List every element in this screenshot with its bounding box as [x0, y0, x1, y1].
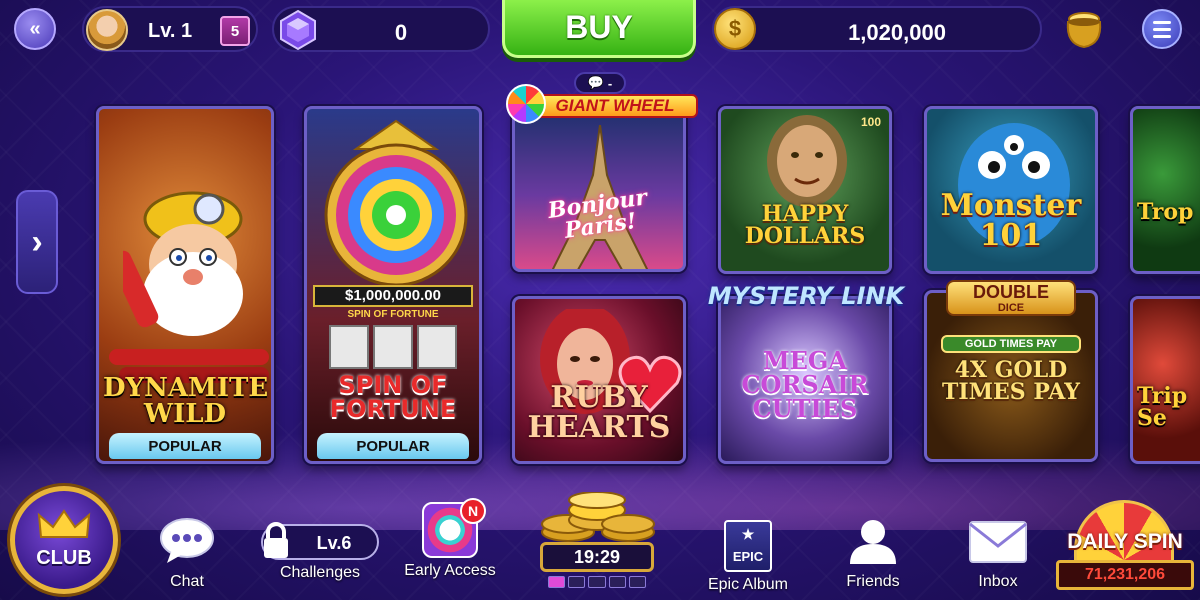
game-tile-spin-of-fortune[interactable]: $1,000,000.00 SPIN OF FORTUNE SPIN OF FO…	[304, 106, 482, 464]
epic-album-button[interactable]: ★ EPIC Epic Album	[700, 520, 796, 594]
bill-number: 100	[860, 115, 881, 129]
popular-badge: POPULAR	[317, 433, 469, 459]
daily-spin-value: 71,231,206	[1056, 560, 1194, 590]
game-tile-happy-dollars[interactable]: 100 HAPPY DOLLARS	[718, 106, 892, 274]
game-title: SPIN OF FORTUNE	[329, 371, 457, 423]
game-tile-bonjour-paris[interactable]: Bonjour Paris!	[512, 102, 686, 272]
game-title: Monster 101	[940, 188, 1082, 253]
bonus-progress	[548, 576, 647, 588]
profile-pill[interactable]: Lv. 1 5	[82, 6, 258, 52]
popular-badge: POPULAR	[109, 433, 261, 459]
reel-subtitle: SPIN OF FORTUNE	[347, 309, 439, 320]
countdown-timer: 19:29	[540, 542, 654, 572]
top-bar: « Lv. 1 5 0 BUY $ 1,020,000	[0, 0, 1200, 58]
chevron-right-icon: ›	[31, 222, 43, 261]
gift-count: 5	[230, 22, 240, 40]
coin-icon: $	[714, 8, 756, 50]
double-dice-logo: DOUBLE DICE	[946, 280, 1076, 316]
early-access-button[interactable]: N Early Access	[398, 498, 502, 580]
coin-balance[interactable]: $ 1,020,000	[712, 6, 1042, 52]
game-tile-trop[interactable]: Trop	[1130, 106, 1200, 274]
challenges-level: Lv.6	[316, 533, 352, 553]
hamburger-menu-icon	[1153, 20, 1171, 24]
gift-icon[interactable]: 5	[220, 16, 250, 46]
fortune-wheel-icon	[324, 119, 468, 287]
epic-album-icon: ★ EPIC	[724, 520, 772, 572]
game-title: Trop	[1137, 199, 1194, 225]
friends-label: Friends	[846, 573, 900, 590]
lock-icon	[264, 522, 288, 558]
chat-icon	[160, 518, 214, 563]
challenges-label: Challenges	[279, 564, 361, 581]
daily-spin-button[interactable]: DAILY SPIN 71,231,206	[1052, 500, 1198, 596]
scroll-arrow-button[interactable]: ›	[16, 190, 58, 294]
challenges-button[interactable]: Lv.6 Challenges	[258, 518, 382, 582]
game-tile-ruby-hearts[interactable]: RUBY HEARTS	[512, 296, 686, 464]
game-title: Bonjour Paris!	[546, 184, 649, 244]
friends-icon	[850, 520, 896, 564]
gem-balance[interactable]: 0	[272, 6, 490, 52]
chat-button[interactable]: Chat	[150, 518, 224, 591]
game-tile-monster-101[interactable]: Monster 101	[924, 106, 1098, 274]
friends-button[interactable]: Friends	[836, 518, 910, 591]
mystery-link-logo: MYSTERY LINK	[707, 282, 905, 310]
slot-reels	[329, 325, 457, 369]
game-tile-mega-corsair-cuties[interactable]: MEGA CORSAIR CUTIES	[718, 296, 892, 464]
player-level: Lv. 1	[148, 20, 193, 42]
color-wheel-icon	[506, 84, 546, 124]
club-button[interactable]: CLUB	[10, 486, 118, 594]
daily-spin-label: DAILY SPIN	[1067, 530, 1183, 553]
early-access-label: Early Access	[404, 562, 496, 579]
game-title: Trip Se	[1137, 383, 1188, 431]
sugar-skull-icon: N	[422, 498, 486, 558]
gem-icon	[280, 9, 316, 51]
menu-button[interactable]	[1142, 9, 1182, 49]
giant-wheel-logo: GIANT WHEEL	[506, 84, 698, 124]
buy-button[interactable]: BUY	[502, 0, 696, 58]
game-title: HAPPY DOLLARS	[744, 201, 866, 249]
game-tile-dynamite-wild[interactable]: DYNAMITE WILD POPULAR	[96, 106, 274, 464]
inbox-label: Inbox	[978, 573, 1018, 590]
inbox-button[interactable]: Inbox	[960, 518, 1036, 591]
game-title: DYNAMITE WILD	[103, 373, 269, 429]
gold-times-banner: GOLD TIMES PAY	[941, 335, 1081, 353]
jackpot-display: $1,000,000.00	[313, 285, 473, 307]
challenges-level-pill: Lv.6	[261, 522, 379, 560]
gem-count: 0	[394, 20, 408, 45]
crown-icon	[37, 509, 91, 538]
game-title: MEGA CORSAIR CUTIES	[741, 346, 869, 423]
chat-label: Chat	[170, 573, 204, 590]
coin-count: 1,020,000	[848, 20, 946, 45]
epic-album-label: Epic Album	[707, 576, 789, 593]
franklin-portrait-icon	[767, 115, 847, 207]
envelope-icon	[969, 521, 1027, 563]
back-button[interactable]: «	[14, 8, 56, 50]
game-tile-triple[interactable]: Trip Se	[1130, 296, 1200, 464]
back-arrow-icon: «	[29, 17, 41, 40]
avatar[interactable]	[86, 9, 128, 51]
game-title: 4X GOLD TIMES PAY	[942, 357, 1080, 405]
game-title: RUBY HEARTS	[527, 380, 671, 445]
club-label: CLUB	[36, 547, 92, 569]
new-badge: N	[460, 498, 486, 524]
timer-bonus[interactable]: 19:29	[530, 492, 664, 592]
gold-pot-icon[interactable]	[1062, 10, 1106, 50]
